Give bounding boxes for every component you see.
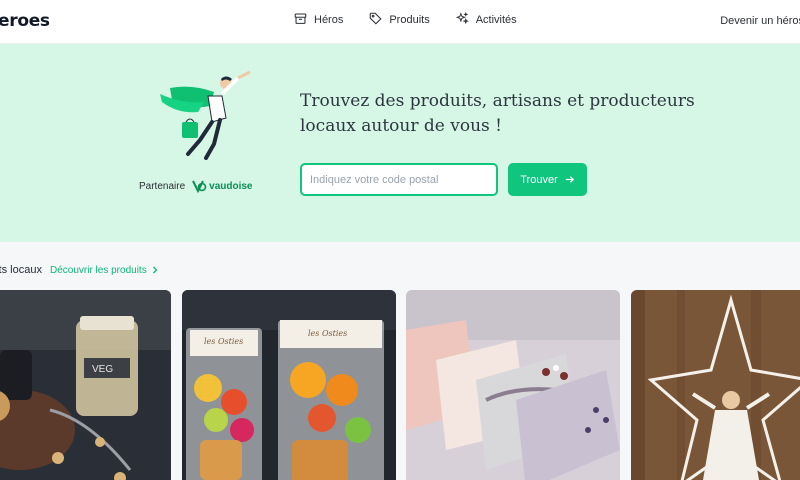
local-products-header: uits locaux Découvrir les produits <box>0 264 159 276</box>
nav-item-produits[interactable]: Produits <box>369 12 430 28</box>
partner-name: vaudoise <box>209 180 253 192</box>
flying-hero-illustration <box>160 70 251 160</box>
vaudoise-logo-icon <box>192 180 207 193</box>
bag-label-1: les Osties <box>204 337 243 346</box>
archive-box-icon <box>294 12 307 28</box>
product-card-star[interactable] <box>631 290 800 480</box>
top-header: eroes Héros Produits Activités Devenir u… <box>0 0 800 44</box>
arrow-right-icon <box>565 176 574 183</box>
hero-banner <box>0 44 800 242</box>
nav-item-activites[interactable]: Activités <box>455 11 517 28</box>
soaps-photo <box>406 290 620 480</box>
main-nav: Héros Produits Activités <box>294 11 517 28</box>
product-card-bags[interactable]: les Osties les Osties <box>182 290 396 480</box>
partner-logo[interactable]: vaudoise <box>191 179 253 193</box>
discover-link-label: Découvrir les produits <box>49 264 147 276</box>
partner-label: Partenaire <box>139 180 186 192</box>
site-logo[interactable]: eroes <box>0 11 50 31</box>
nav-label: Activités <box>475 14 517 26</box>
star-decoration-photo <box>631 290 800 480</box>
nav-label: Produits <box>389 14 430 26</box>
postal-code-input[interactable] <box>300 163 498 196</box>
jars-photo: VEG <box>0 290 171 480</box>
find-button[interactable]: Trouver <box>508 163 587 196</box>
become-hero-link[interactable]: Devenir un héros <box>720 15 800 27</box>
nav-label: Héros <box>314 14 344 26</box>
find-button-label: Trouver <box>520 173 558 186</box>
partner-block: Partenaire vaudoise <box>139 179 253 193</box>
product-card-jars[interactable]: VEG <box>0 290 171 480</box>
jar-label: VEG <box>92 364 113 375</box>
hero-title: Trouvez des produits, artisans et produc… <box>300 91 695 136</box>
bag-label-2: les Osties <box>308 329 347 338</box>
nav-item-heros[interactable]: Héros <box>294 12 343 28</box>
tag-icon <box>369 12 382 28</box>
product-card-soaps[interactable] <box>406 290 620 480</box>
page: eroes Héros Produits Activités Devenir u… <box>0 0 800 480</box>
section-title: uits locaux <box>0 264 42 276</box>
sparkles-icon <box>455 11 469 28</box>
bags-photo: les Osties les Osties <box>182 290 396 480</box>
hero-wave <box>0 224 800 241</box>
discover-products-link[interactable]: Découvrir les produits <box>50 265 159 276</box>
chevron-right-icon <box>152 266 158 274</box>
